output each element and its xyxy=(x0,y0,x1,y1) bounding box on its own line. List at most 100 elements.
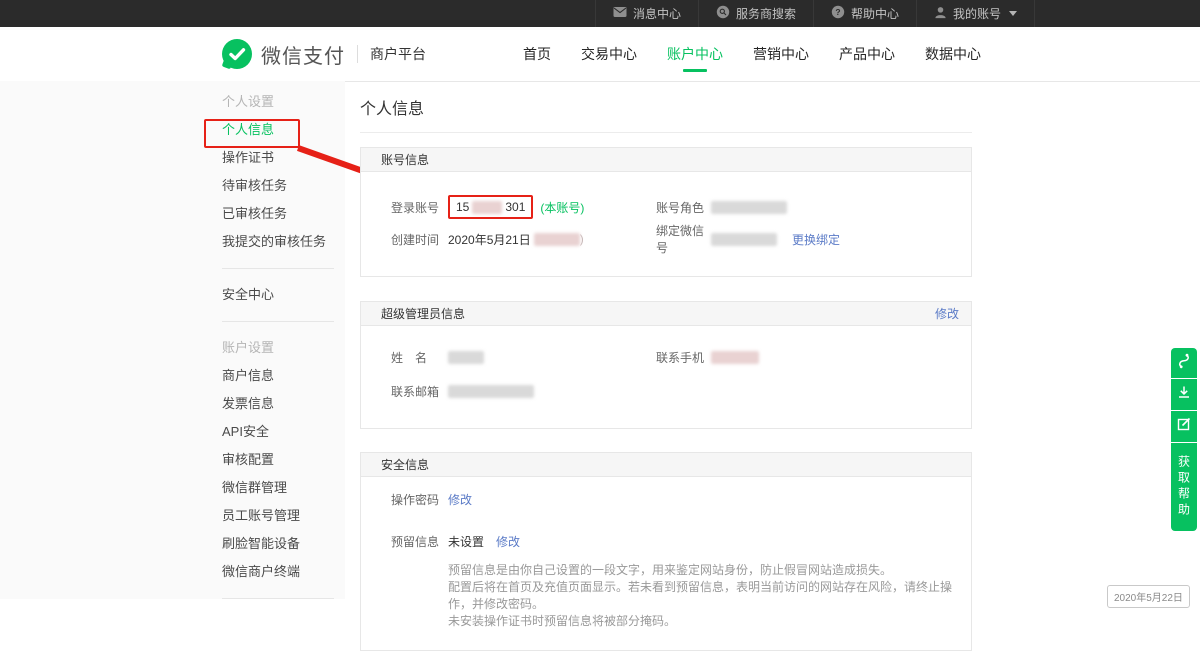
operation-password-label: 操作密码 xyxy=(391,491,448,508)
created-time-value: 2020年5月21日 xyxy=(448,231,531,248)
sidebar-item-wechat-group-mgmt[interactable]: 微信群管理 xyxy=(222,474,334,502)
sidebar-item-staff-account-mgmt[interactable]: 员工账号管理 xyxy=(222,502,334,530)
bound-wechat-label: 绑定微信号 xyxy=(656,222,711,256)
login-account-label: 登录账号 xyxy=(391,199,448,216)
svg-text:?: ? xyxy=(835,7,840,17)
sidebar-item-merchant-info[interactable]: 商户信息 xyxy=(222,362,334,390)
login-account-prefix: 15 xyxy=(456,200,469,214)
page-title: 个人信息 xyxy=(360,81,972,132)
super-admin-card-header: 超级管理员信息 修改 xyxy=(361,302,971,326)
my-account-menu[interactable]: 我的账号 xyxy=(916,0,1035,27)
login-account-suffix: 301 xyxy=(505,200,525,214)
account-role-redacted xyxy=(711,201,787,214)
contact-phone-label: 联系手机 xyxy=(656,349,711,366)
admin-name-label: 姓 名 xyxy=(391,349,448,366)
brand-name: 微信支付 xyxy=(261,40,345,69)
title-divider xyxy=(360,132,972,133)
get-help-button[interactable]: 获取帮助 xyxy=(1171,443,1197,531)
reserved-info-value: 未设置 xyxy=(448,533,484,550)
contact-phone-redacted xyxy=(711,351,759,364)
platform-name: 商户平台 xyxy=(370,44,426,64)
edit-admin-link[interactable]: 修改 xyxy=(935,305,959,322)
main-content: 个人信息 账号信息 登录账号 15 301 (本账号) xyxy=(360,81,972,651)
sidebar-panel: 个人设置 个人信息 操作证书 待审核任务 已审核任务 我提交的审核任务 安全中心… xyxy=(0,81,345,599)
sidebar-item-security-center[interactable]: 安全中心 xyxy=(222,281,334,309)
sidebar-section-personal-settings: 个人设置 xyxy=(222,88,334,116)
primary-nav: 首页 交易中心 账户中心 营销中心 产品中心 数据中心 xyxy=(523,27,981,80)
wechat-pay-logo-icon xyxy=(222,39,252,69)
nav-data-center[interactable]: 数据中心 xyxy=(925,27,981,80)
contact-link-button[interactable] xyxy=(1171,348,1197,378)
security-info-card: 安全信息 操作密码 修改 预留信息 未设置 修改 预留信息是由你自己设 xyxy=(360,452,972,651)
created-time-label: 创建时间 xyxy=(391,231,448,248)
edit-password-link[interactable]: 修改 xyxy=(448,491,472,508)
sidebar-item-invoice-info[interactable]: 发票信息 xyxy=(222,390,334,418)
sidebar-item-wechat-merchant-terminal[interactable]: 微信商户终端 xyxy=(222,558,334,586)
nav-account-center[interactable]: 账户中心 xyxy=(667,27,723,80)
card-title: 账号信息 xyxy=(381,151,429,168)
sidebar-item-review-config[interactable]: 审核配置 xyxy=(222,446,334,474)
created-time-paren: ) xyxy=(580,232,584,246)
date-tooltip: 2020年5月22日 xyxy=(1107,585,1190,608)
sidebar-section-account-settings: 账户设置 xyxy=(222,334,334,362)
site-header: 微信支付 商户平台 首页 交易中心 账户中心 营销中心 产品中心 数据中心 xyxy=(0,27,1200,82)
super-admin-card: 超级管理员信息 修改 姓 名 联系手机 联系邮箱 xyxy=(360,301,972,429)
topbar-item-label: 服务商搜索 xyxy=(736,5,796,22)
security-info-card-header: 安全信息 xyxy=(361,453,971,477)
card-title: 安全信息 xyxy=(381,456,429,473)
nav-marketing-center[interactable]: 营销中心 xyxy=(753,27,809,80)
description-line: 预留信息是由你自己设置的一段文字，用来鉴定网站身份，防止假冒网站造成损失。 xyxy=(448,562,971,579)
logo-separator xyxy=(357,45,358,63)
sidebar-menu: 个人设置 个人信息 操作证书 待审核任务 已审核任务 我提交的审核任务 安全中心… xyxy=(222,88,334,611)
chevron-down-icon xyxy=(1009,11,1017,16)
nav-transaction-center[interactable]: 交易中心 xyxy=(581,27,637,80)
account-info-card-header: 账号信息 xyxy=(361,148,971,172)
description-line: 配置后将在首页及充值页面显示。若未看到预留信息，表明当前访问的网站存在风险，请终… xyxy=(448,579,971,613)
top-utility-bar: 消息中心 服务商搜索 ? 帮助中心 我的账号 xyxy=(0,0,1200,27)
login-account-redacted xyxy=(472,201,502,214)
feedback-button[interactable] xyxy=(1171,411,1197,442)
contact-email-label: 联系邮箱 xyxy=(391,383,448,400)
admin-name-redacted xyxy=(448,351,484,364)
topbar-item-label: 消息中心 xyxy=(633,5,681,22)
bound-wechat-redacted xyxy=(711,233,777,246)
sidebar-item-face-smart-device[interactable]: 刷脸智能设备 xyxy=(222,530,334,558)
help-circle-icon: ? xyxy=(831,5,845,22)
current-account-tag: (本账号) xyxy=(540,199,584,216)
nav-home[interactable]: 首页 xyxy=(523,27,551,80)
download-button[interactable] xyxy=(1171,379,1197,410)
card-title: 超级管理员信息 xyxy=(381,305,465,322)
edit-icon xyxy=(1176,416,1192,437)
change-binding-link[interactable]: 更换绑定 xyxy=(792,231,840,248)
service-provider-search-link[interactable]: 服务商搜索 xyxy=(698,0,813,27)
topbar-item-label: 帮助中心 xyxy=(851,5,899,22)
sidebar-item-pending-review-tasks[interactable]: 待审核任务 xyxy=(222,172,334,200)
account-info-card: 账号信息 登录账号 15 301 (本账号) 账号角色 xyxy=(360,147,972,277)
sidebar-item-personal-info[interactable]: 个人信息 xyxy=(222,116,334,144)
login-account-annotation-box: 15 301 xyxy=(448,195,533,219)
edit-reserved-info-link[interactable]: 修改 xyxy=(496,533,520,550)
sidebar-item-my-submitted-tasks[interactable]: 我提交的审核任务 xyxy=(222,228,334,256)
floating-help-stack: 获取帮助 xyxy=(1171,348,1197,531)
help-center-link[interactable]: ? 帮助中心 xyxy=(813,0,916,27)
description-line: 未安装操作证书时预留信息将被部分掩码。 xyxy=(448,613,971,630)
reserved-info-description: 预留信息是由你自己设置的一段文字，用来鉴定网站身份，防止假冒网站造成损失。 配置… xyxy=(448,562,971,630)
message-center-link[interactable]: 消息中心 xyxy=(595,0,698,27)
search-circle-icon xyxy=(716,5,730,22)
download-icon xyxy=(1176,384,1192,405)
nav-product-center[interactable]: 产品中心 xyxy=(839,27,895,80)
sidebar-divider xyxy=(222,321,334,322)
sidebar-item-operation-certificate[interactable]: 操作证书 xyxy=(222,144,334,172)
sidebar-item-label: 个人信息 xyxy=(222,122,274,137)
sidebar-item-api-security[interactable]: API安全 xyxy=(222,418,334,446)
link-icon xyxy=(1176,352,1192,375)
brand-logo[interactable]: 微信支付 商户平台 xyxy=(222,39,426,69)
envelope-icon xyxy=(613,6,627,21)
user-icon xyxy=(934,6,947,22)
topbar-item-label: 我的账号 xyxy=(953,5,1001,22)
sidebar-divider xyxy=(222,268,334,269)
created-time-redacted xyxy=(534,233,580,246)
account-role-label: 账号角色 xyxy=(656,199,711,216)
sidebar-item-reviewed-tasks[interactable]: 已审核任务 xyxy=(222,200,334,228)
reserved-info-label: 预留信息 xyxy=(391,533,448,550)
